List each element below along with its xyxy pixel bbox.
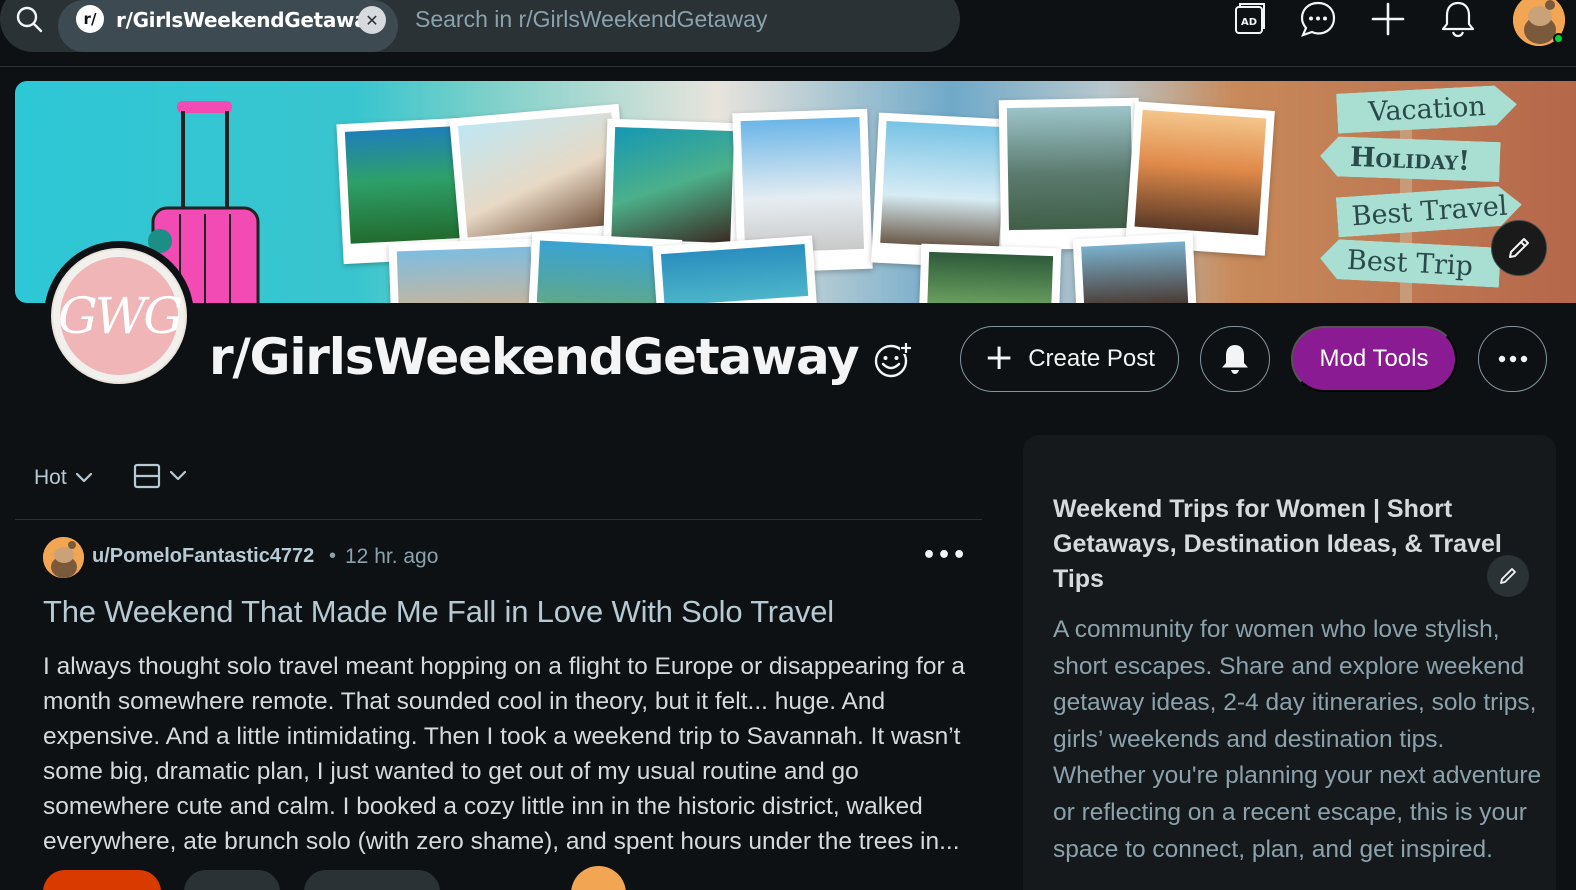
banner-photo xyxy=(388,238,542,303)
meta-separator: • xyxy=(329,545,337,567)
post-more-options-button[interactable]: ••• xyxy=(922,543,967,568)
edit-banner-button[interactable] xyxy=(1491,220,1547,276)
community-banner: Vacation Holiday! Best Travel Best Trip xyxy=(15,81,1576,303)
bell-icon xyxy=(1222,345,1248,374)
banner-photo xyxy=(1072,232,1198,303)
banner-photo xyxy=(652,235,818,303)
sort-dropdown[interactable]: Hot xyxy=(34,466,93,490)
banner-photo xyxy=(918,243,1062,303)
community-search-chip[interactable]: r/ r/GirlsWeekendGetaway ✕ xyxy=(58,0,398,52)
view-dropdown[interactable] xyxy=(133,462,187,490)
banner-sign-label: Holiday! xyxy=(1349,141,1471,177)
search-icon xyxy=(16,6,43,33)
top-bar: r/ r/GirlsWeekendGetaway ✕ Search in r/G… xyxy=(0,0,1576,67)
post-body[interactable]: I always thought solo travel meant hoppi… xyxy=(43,649,968,859)
banner-photo xyxy=(998,97,1142,251)
share-button[interactable] xyxy=(304,870,440,890)
create-icon[interactable] xyxy=(1369,0,1407,38)
create-post-label: Create Post xyxy=(1028,345,1155,372)
more-icon xyxy=(1498,355,1527,363)
community-chip-label: r/GirlsWeekendGetaway xyxy=(116,8,380,32)
notifications-icon[interactable] xyxy=(1439,0,1477,38)
add-emoji-icon[interactable] xyxy=(872,340,912,380)
vote-button[interactable] xyxy=(43,870,161,890)
awards-avatar[interactable] xyxy=(571,866,626,890)
chevron-down-icon xyxy=(169,470,187,481)
banner-sign: Best Trip xyxy=(1319,238,1501,287)
advertise-icon[interactable]: AD xyxy=(1230,0,1268,38)
banner-sign: Best Travel xyxy=(1336,185,1523,238)
post-author-link[interactable]: u/PomeloFantastic4772 xyxy=(92,545,314,568)
chevron-down-icon xyxy=(75,472,92,483)
pencil-icon xyxy=(1509,238,1529,258)
card-view-icon xyxy=(133,463,161,489)
more-options-button[interactable] xyxy=(1478,326,1547,392)
banner-sign: Holiday! xyxy=(1319,136,1500,182)
sidebar-description: A community for women who love stylish, … xyxy=(1053,616,1542,863)
edit-description-button[interactable] xyxy=(1487,555,1529,597)
online-status-indicator xyxy=(1553,33,1564,44)
sidebar-title: Weekend Trips for Women | Short Getaways… xyxy=(1053,495,1502,593)
banner-sign: Vacation xyxy=(1336,84,1518,133)
search-input[interactable]: Search in r/GirlsWeekendGetaway xyxy=(415,6,767,33)
sort-label: Hot xyxy=(34,466,67,489)
svg-text:AD: AD xyxy=(1241,17,1257,28)
post-timestamp: 12 hr. ago xyxy=(345,545,439,568)
community-logo: GWG xyxy=(58,257,183,375)
close-icon[interactable]: ✕ xyxy=(358,6,386,34)
community-avatar[interactable]: GWG xyxy=(44,241,194,391)
post-author-avatar[interactable] xyxy=(43,537,84,578)
chat-icon[interactable] xyxy=(1299,0,1337,38)
create-post-button[interactable]: + Create Post xyxy=(960,326,1179,392)
mod-tools-button[interactable]: Mod Tools xyxy=(1291,326,1457,392)
comments-button[interactable] xyxy=(184,870,280,890)
search-bar[interactable]: r/ r/GirlsWeekendGetaway ✕ Search in r/G… xyxy=(0,0,960,52)
feed-divider xyxy=(15,519,982,520)
banner-photo xyxy=(1125,101,1275,256)
community-name: r/GirlsWeekendGetaway xyxy=(209,328,860,386)
join-notifications-button[interactable] xyxy=(1200,326,1270,392)
community-sidebar: Weekend Trips for Women | Short Getaways… xyxy=(1023,435,1556,890)
plus-icon: + xyxy=(984,336,1015,378)
community-chip-icon: r/ xyxy=(76,5,104,33)
post-title[interactable]: The Weekend That Made Me Fall in Love Wi… xyxy=(43,594,963,630)
pencil-icon xyxy=(1500,568,1516,584)
